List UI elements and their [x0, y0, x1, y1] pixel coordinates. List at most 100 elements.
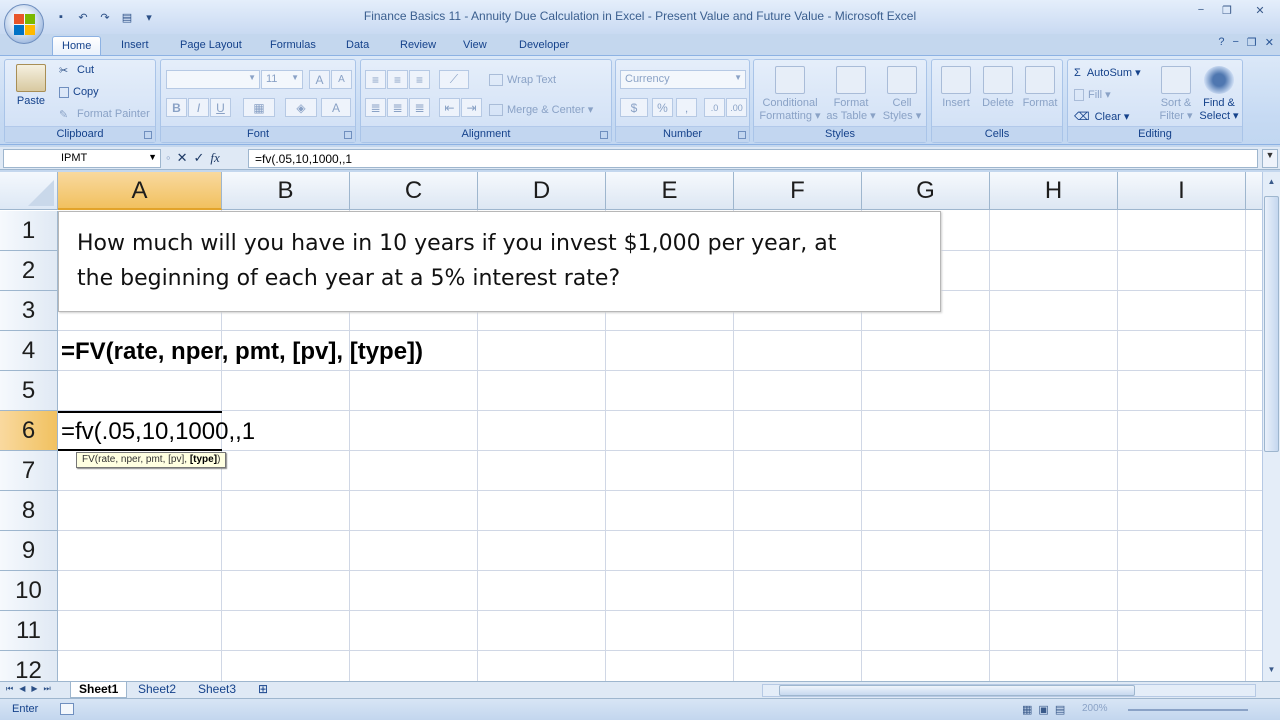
row-header-6[interactable]: 6: [0, 411, 58, 451]
tab-page-layout[interactable]: Page Layout: [171, 36, 251, 56]
sheet-tab-sheet1[interactable]: Sheet1: [70, 682, 128, 698]
tab-formulas[interactable]: Formulas: [261, 36, 325, 56]
currency-button[interactable]: $: [620, 98, 648, 117]
row-header-10[interactable]: 10: [0, 571, 58, 611]
cut-button[interactable]: ✂ Cut: [59, 64, 94, 77]
insert-cells-button[interactable]: Insert: [936, 66, 976, 110]
find-select-button[interactable]: Find & Select ▾: [1198, 66, 1240, 123]
last-sheet-icon[interactable]: ⏭: [44, 684, 51, 694]
column-header-a[interactable]: A: [58, 172, 222, 210]
office-button[interactable]: [4, 4, 44, 44]
number-format-combo[interactable]: Currency ▼: [620, 70, 746, 89]
decrease-decimal-icon[interactable]: .00: [726, 98, 747, 117]
row-header-1[interactable]: 1: [0, 211, 58, 251]
doc-restore-icon[interactable]: ❐: [1247, 36, 1257, 49]
column-header-c[interactable]: C: [350, 172, 478, 210]
tab-review[interactable]: Review: [391, 36, 445, 56]
font-name-combo[interactable]: ▼: [166, 70, 260, 89]
question-textbox[interactable]: How much will you have in 10 years if yo…: [58, 211, 941, 312]
clipboard-dialog-launcher[interactable]: [144, 131, 152, 139]
horizontal-scrollbar[interactable]: [762, 684, 1256, 697]
grow-font-button[interactable]: A: [309, 70, 330, 89]
insert-function-icon[interactable]: fx: [210, 150, 219, 166]
tab-developer[interactable]: Developer: [510, 36, 578, 56]
normal-view-icon[interactable]: ▦: [1022, 703, 1032, 716]
prev-sheet-icon[interactable]: ◀: [19, 684, 25, 694]
align-left-icon[interactable]: ≣: [365, 98, 386, 117]
tab-view[interactable]: View: [454, 36, 496, 56]
help-icon[interactable]: ?: [1218, 36, 1224, 49]
page-break-view-icon[interactable]: ▤: [1055, 703, 1065, 716]
bold-button[interactable]: B: [166, 98, 187, 117]
row-header-3[interactable]: 3: [0, 291, 58, 331]
wrap-text-button[interactable]: Wrap Text: [489, 74, 556, 87]
restore-button[interactable]: ❐: [1214, 0, 1240, 20]
close-button[interactable]: ✕: [1240, 0, 1280, 20]
cell-a4[interactable]: =FV(rate, nper, pmt, [pv], [type]): [61, 338, 423, 366]
number-dialog-launcher[interactable]: [738, 131, 746, 139]
column-header-b[interactable]: B: [222, 172, 350, 210]
align-middle-icon[interactable]: ≡: [387, 70, 408, 89]
orientation-icon[interactable]: ⟋: [439, 70, 469, 89]
horizontal-scroll-thumb[interactable]: [779, 685, 1135, 696]
insert-sheet-icon[interactable]: ⊞: [250, 682, 276, 698]
zoom-level[interactable]: 200%: [1082, 703, 1108, 714]
borders-icon[interactable]: ▦: [243, 98, 275, 117]
copy-button[interactable]: Copy: [59, 86, 99, 98]
format-as-table-button[interactable]: Format as Table ▾: [826, 66, 876, 123]
sheet-tab-sheet3[interactable]: Sheet3: [190, 682, 244, 698]
expand-formula-bar-icon[interactable]: ▼: [1262, 149, 1278, 168]
font-size-combo[interactable]: 11 ▼: [261, 70, 303, 89]
scroll-down-icon[interactable]: ▼: [1264, 662, 1279, 678]
sort-filter-button[interactable]: Sort & Filter ▾: [1156, 66, 1196, 123]
column-header-g[interactable]: G: [862, 172, 990, 210]
doc-close-icon[interactable]: ✕: [1265, 36, 1274, 49]
delete-cells-button[interactable]: Delete: [978, 66, 1018, 110]
align-top-icon[interactable]: ≡: [365, 70, 386, 89]
percent-button[interactable]: %: [652, 98, 673, 117]
chevron-down-icon[interactable]: ▼: [148, 152, 157, 162]
expand-handle-icon[interactable]: ◦: [166, 150, 171, 166]
row-header-2[interactable]: 2: [0, 251, 58, 291]
font-color-button[interactable]: A: [321, 98, 351, 117]
format-cells-button[interactable]: Format: [1020, 66, 1060, 110]
column-header-f[interactable]: F: [734, 172, 862, 210]
zoom-slider[interactable]: [1128, 709, 1248, 711]
format-painter-button[interactable]: ✎ Format Painter: [59, 108, 150, 121]
select-all-corner[interactable]: [0, 172, 58, 210]
enter-check-icon[interactable]: ✓: [194, 150, 205, 166]
first-sheet-icon[interactable]: ⏮: [6, 684, 13, 694]
page-layout-view-icon[interactable]: ▣: [1038, 703, 1048, 716]
tab-data[interactable]: Data: [337, 36, 378, 56]
name-box[interactable]: IPMT ▼: [3, 149, 161, 168]
underline-button[interactable]: U: [210, 98, 231, 117]
column-header-h[interactable]: H: [990, 172, 1118, 210]
cancel-icon[interactable]: ✕: [177, 150, 188, 166]
row-header-11[interactable]: 11: [0, 611, 58, 651]
worksheet-grid[interactable]: A B C D E F G H I 1 2 3 4 5 6 7 8 9 10 1…: [0, 172, 1262, 682]
row-header-12[interactable]: 12: [0, 651, 58, 682]
italic-button[interactable]: I: [188, 98, 209, 117]
cell-a6[interactable]: =fv(.05,10,1000,,1: [61, 418, 255, 446]
clear-button[interactable]: ⌫ Clear ▾: [1074, 110, 1129, 123]
column-header-d[interactable]: D: [478, 172, 606, 210]
row-header-5[interactable]: 5: [0, 371, 58, 411]
shrink-font-button[interactable]: A: [331, 70, 352, 89]
doc-minimize-icon[interactable]: −: [1232, 36, 1238, 49]
comma-button[interactable]: ,: [676, 98, 697, 117]
font-dialog-launcher[interactable]: [344, 131, 352, 139]
column-header-j[interactable]: [1246, 172, 1262, 210]
autosum-button[interactable]: Σ AutoSum ▾: [1074, 66, 1141, 79]
minimize-button[interactable]: −: [1188, 0, 1214, 20]
decrease-indent-icon[interactable]: ⇤: [439, 98, 460, 117]
tab-insert[interactable]: Insert: [112, 36, 158, 56]
align-bottom-icon[interactable]: ≡: [409, 70, 430, 89]
row-header-8[interactable]: 8: [0, 491, 58, 531]
macro-record-icon[interactable]: [60, 703, 74, 715]
sheet-tab-sheet2[interactable]: Sheet2: [130, 682, 184, 698]
cell-styles-button[interactable]: Cell Styles ▾: [880, 66, 924, 123]
row-header-9[interactable]: 9: [0, 531, 58, 571]
align-center-icon[interactable]: ≣: [387, 98, 408, 117]
vertical-scrollbar[interactable]: ▲ ▼: [1262, 172, 1280, 682]
scroll-up-icon[interactable]: ▲: [1264, 174, 1279, 190]
